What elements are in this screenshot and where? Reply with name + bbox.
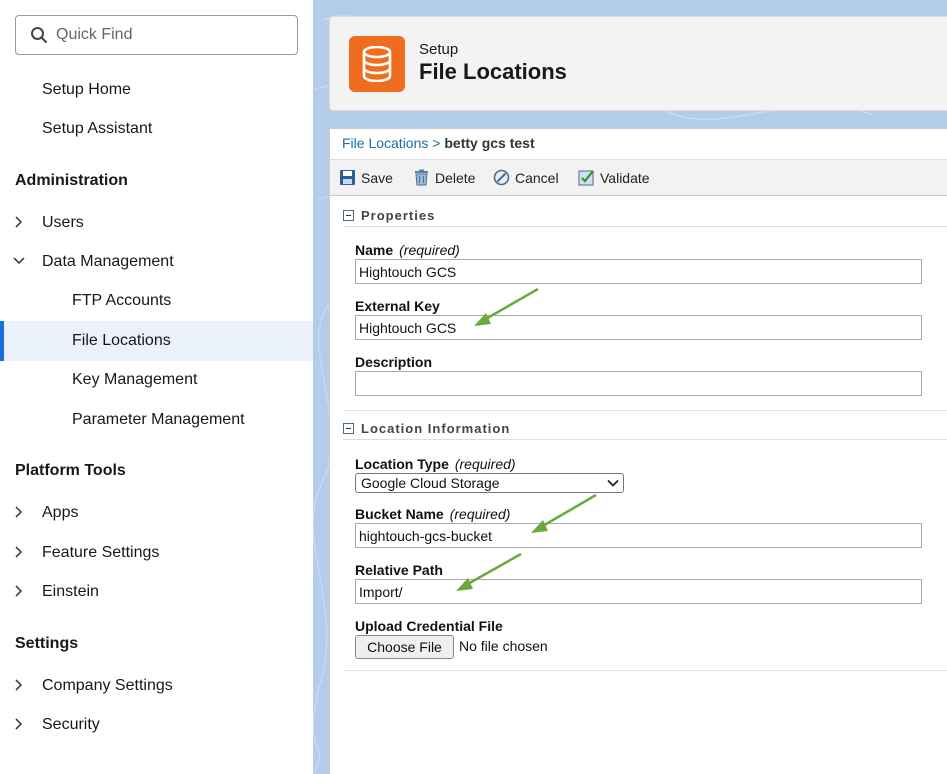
external-key-label: External Key: [355, 298, 440, 314]
page-header: Setup File Locations: [329, 16, 947, 111]
sidebar-item-parameter-management[interactable]: Parameter Management: [0, 400, 313, 440]
bucket-name-label: Bucket Name (required): [355, 506, 510, 522]
sidebar-item-data-management[interactable]: Data Management: [0, 242, 313, 282]
save-button[interactable]: Save: [339, 169, 393, 186]
chevron-down-icon: [607, 479, 619, 487]
location-type-value: Google Cloud Storage: [361, 475, 500, 491]
sidebar-item-label: Security: [42, 716, 100, 733]
sidebar-item-label: Key Management: [72, 371, 198, 388]
sidebar-item-label: File Locations: [72, 332, 171, 349]
sidebar-item-security[interactable]: Security: [0, 705, 313, 745]
search-icon: [31, 27, 47, 43]
bucket-name-label-text: Bucket Name: [355, 506, 444, 522]
section-title: Properties: [361, 208, 436, 223]
chevron-right-icon[interactable]: [12, 545, 26, 559]
breadcrumb: File Locations > betty gcs test: [342, 135, 535, 151]
relative-path-field[interactable]: [355, 579, 922, 604]
section-properties-header[interactable]: Properties: [343, 205, 947, 227]
chevron-right-icon[interactable]: [12, 505, 26, 519]
cancel-icon: [493, 169, 510, 186]
sidebar-item-label: Feature Settings: [42, 544, 160, 561]
setup-sidebar: Setup Home Setup Assistant Administratio…: [0, 0, 313, 774]
action-toolbar: Save Delete Cancel Validate: [330, 159, 947, 196]
section-divider: [343, 410, 947, 411]
section-divider: [343, 670, 947, 671]
validate-button[interactable]: Validate: [578, 169, 650, 186]
sidebar-item-label: Einstein: [42, 583, 99, 600]
database-icon: [349, 36, 405, 92]
sidebar-item-label: FTP Accounts: [72, 292, 172, 309]
save-label: Save: [361, 169, 393, 186]
checkbox-check-icon: [578, 170, 594, 186]
sidebar-item-file-locations[interactable]: File Locations: [0, 321, 313, 361]
collapse-icon[interactable]: [343, 423, 354, 434]
breadcrumb-current: betty gcs test: [444, 135, 535, 151]
chevron-right-icon[interactable]: [12, 678, 26, 692]
name-label: Name (required): [355, 242, 460, 258]
sidebar-item-key-management[interactable]: Key Management: [0, 360, 313, 400]
sidebar-item-feature-settings[interactable]: Feature Settings: [0, 533, 313, 573]
required-marker: (required): [454, 456, 516, 472]
delete-button[interactable]: Delete: [413, 169, 475, 186]
sidebar-item-label: Parameter Management: [72, 411, 245, 428]
trash-icon: [415, 169, 428, 186]
quick-find-box[interactable]: [15, 15, 298, 55]
breadcrumb-separator: >: [428, 135, 445, 151]
delete-label: Delete: [435, 169, 476, 186]
sidebar-item-label: Setup Assistant: [42, 120, 153, 137]
chevron-right-icon[interactable]: [12, 215, 26, 229]
file-location-detail-panel: File Locations > betty gcs test Save Del…: [329, 128, 947, 774]
description-label: Description: [355, 354, 433, 370]
cancel-label: Cancel: [515, 169, 559, 186]
name-field[interactable]: [355, 259, 922, 284]
bucket-name-field[interactable]: [355, 523, 922, 548]
required-marker: (required): [449, 506, 511, 522]
choose-file-button[interactable]: Choose File: [355, 635, 454, 659]
section-heading-platform-tools: Platform Tools: [15, 462, 126, 479]
section-heading-settings: Settings: [15, 635, 79, 652]
sidebar-item-setup-home[interactable]: Setup Home: [0, 70, 313, 110]
sidebar-item-ftp-accounts[interactable]: FTP Accounts: [0, 281, 313, 321]
sidebar-item-setup-assistant[interactable]: Setup Assistant: [0, 109, 313, 149]
external-key-field[interactable]: [355, 315, 922, 340]
sidebar-item-label: Users: [42, 214, 84, 231]
required-marker: (required): [399, 242, 460, 258]
section-location-header[interactable]: Location Information: [343, 418, 947, 440]
upload-credential-label: Upload Credential File: [355, 618, 503, 634]
sidebar-item-label: Setup Home: [42, 81, 131, 98]
sidebar-item-label: Data Management: [42, 253, 174, 270]
cancel-button[interactable]: Cancel: [493, 169, 559, 186]
location-type-label: Location Type (required): [355, 456, 516, 472]
sidebar-item-users[interactable]: Users: [0, 203, 313, 243]
sidebar-item-label: Company Settings: [42, 677, 173, 694]
sidebar-item-einstein[interactable]: Einstein: [0, 572, 313, 612]
save-icon: [340, 170, 355, 185]
page-subtitle: Setup: [419, 41, 459, 58]
description-field[interactable]: [355, 371, 922, 396]
chevron-right-icon[interactable]: [12, 584, 26, 598]
breadcrumb-parent-link[interactable]: File Locations: [342, 135, 428, 151]
location-type-label-text: Location Type: [355, 456, 449, 472]
sidebar-item-company-settings[interactable]: Company Settings: [0, 666, 313, 706]
section-heading-administration: Administration: [15, 172, 128, 189]
chevron-right-icon[interactable]: [12, 717, 26, 731]
name-label-text: Name: [355, 242, 394, 258]
file-status-text: No file chosen: [459, 638, 548, 654]
location-type-select[interactable]: Google Cloud Storage: [355, 473, 624, 493]
chevron-down-icon[interactable]: [12, 254, 26, 268]
relative-path-label: Relative Path: [355, 562, 443, 578]
section-title: Location Information: [361, 421, 511, 436]
validate-label: Validate: [600, 169, 650, 186]
page-title: File Locations: [419, 59, 567, 84]
quick-find-input[interactable]: [56, 26, 276, 44]
sidebar-item-apps[interactable]: Apps: [0, 493, 313, 533]
collapse-icon[interactable]: [343, 210, 354, 221]
sidebar-item-label: Apps: [42, 504, 79, 521]
